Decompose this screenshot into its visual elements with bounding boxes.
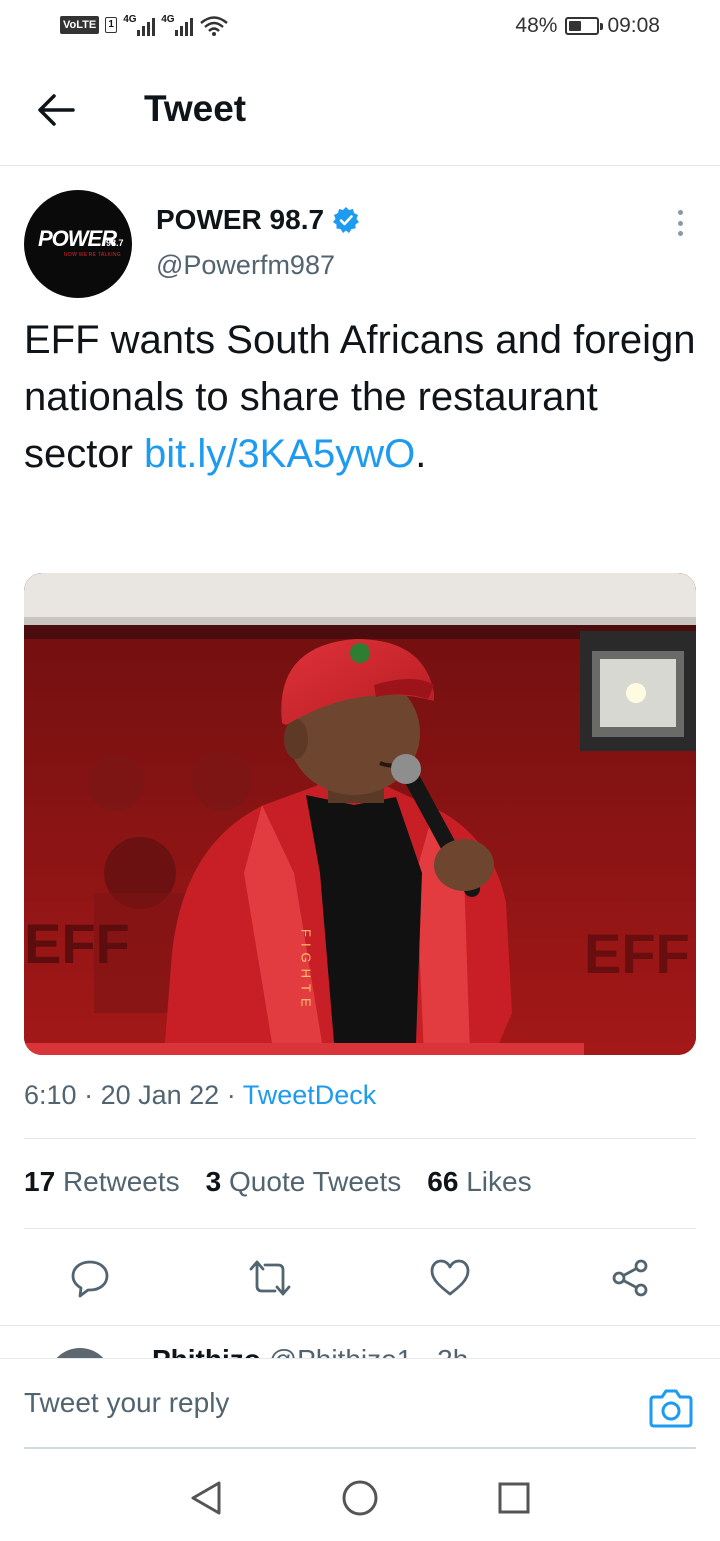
reply-icon: [71, 1260, 109, 1298]
verified-badge-icon: [333, 207, 360, 233]
engagement-stats: 17 Retweets 3 Quote Tweets 66 Likes: [24, 1166, 532, 1198]
likes-stat[interactable]: 66 Likes: [427, 1166, 531, 1198]
nav-home-button[interactable]: [340, 1478, 380, 1518]
network-type: 4G: [161, 14, 175, 25]
avatar[interactable]: POWER 98.7 NOW WE'RE TALKING: [24, 190, 132, 298]
battery-icon: [565, 17, 604, 35]
tweet-text: EFF wants South Africans and foreign nat…: [24, 312, 696, 483]
status-bar: VoLTE 1 4G 4G 48% 09:08: [0, 0, 720, 56]
tweet-meta: 6:10 · 20 Jan 22 · TweetDeck: [24, 1080, 377, 1110]
more-options-button[interactable]: [666, 206, 694, 240]
reply-author-name[interactable]: Phithizo: [152, 1344, 261, 1359]
network-type: 4G: [123, 14, 137, 25]
nav-recents-button[interactable]: [494, 1478, 534, 1518]
wifi-icon: [200, 16, 229, 36]
reply-composer: [0, 1358, 720, 1449]
arrow-left-icon: [38, 94, 75, 126]
divider: [24, 1138, 696, 1139]
top-bar: Tweet: [0, 56, 720, 166]
retweets-count: 17: [24, 1166, 56, 1197]
reply-input-underline: [24, 1447, 696, 1449]
more-dots-icon: [677, 210, 683, 215]
like-button[interactable]: [422, 1250, 478, 1306]
tweet-image[interactable]: EFF EFF FIGHTE: [24, 573, 696, 1055]
action-bar: [0, 1240, 720, 1316]
page-title: Tweet: [144, 88, 247, 129]
quote-tweets-label: Quote Tweets: [229, 1166, 402, 1197]
share-icon: [612, 1259, 648, 1297]
volte-indicator: VoLTE: [60, 16, 100, 34]
sim-indicator: 1: [105, 17, 118, 33]
reply-header: Phithizo @Phithizo1 · 2h: [152, 1344, 468, 1359]
likes-label: Likes: [466, 1166, 532, 1197]
avatar-logo-number: 98.7: [106, 238, 124, 248]
avatar-logo: POWER: [38, 226, 117, 251]
signal-icon: 4G: [161, 14, 194, 36]
retweets-label: Retweets: [62, 1166, 180, 1197]
reply-time: 2h: [437, 1344, 468, 1359]
divider: [24, 1228, 696, 1229]
tweet-text-end: .: [415, 432, 427, 476]
tweet-date: 20 Jan 22: [100, 1080, 220, 1110]
tweet-link[interactable]: bit.ly/​3KA5ywO: [144, 432, 415, 476]
tweet-source[interactable]: TweetDeck: [243, 1080, 377, 1110]
background-sign-right: EFF: [584, 922, 690, 985]
quote-tweets-count: 3: [205, 1166, 222, 1197]
reply-author-handle[interactable]: @Phithizo1: [269, 1344, 413, 1359]
speaker-photo: EFF EFF FIGHTE: [24, 573, 696, 1055]
author-name-row[interactable]: POWER 98.7: [156, 204, 360, 236]
tweet-time: 6:10: [24, 1080, 77, 1110]
reply-button[interactable]: [62, 1250, 118, 1306]
reply-input[interactable]: [24, 1379, 624, 1427]
system-navigation-bar: [0, 1450, 720, 1541]
likes-count: 66: [427, 1166, 459, 1197]
camera-button[interactable]: [648, 1387, 694, 1429]
quote-tweets-stat[interactable]: 3 Quote Tweets: [206, 1166, 402, 1198]
nav-back-button[interactable]: [186, 1478, 226, 1518]
clock: 09:08: [607, 14, 660, 37]
retweet-button[interactable]: [242, 1250, 298, 1306]
retweets-stat[interactable]: 17 Retweets: [24, 1166, 180, 1198]
author-name[interactable]: POWER 98.7: [156, 204, 324, 236]
battery-percent: 48%: [515, 14, 558, 37]
avatar-logo-tagline: NOW WE'RE TALKING: [64, 252, 121, 258]
back-button[interactable]: [30, 86, 82, 134]
reply-preview[interactable]: Phithizo @Phithizo1 · 2h: [0, 1325, 720, 1359]
triangle-back-icon: [191, 1481, 221, 1515]
camera-icon: [649, 1389, 693, 1428]
circle-home-icon: [342, 1480, 378, 1516]
jacket-lettering: FIGHTE: [299, 929, 314, 1013]
square-recents-icon: [498, 1482, 530, 1514]
signal-icon: 4G: [123, 14, 156, 36]
author-handle[interactable]: @Powerfm987: [156, 250, 335, 281]
heart-icon: [430, 1259, 470, 1296]
retweet-icon: [249, 1260, 291, 1296]
share-button[interactable]: [602, 1250, 658, 1306]
background-sign-left: EFF: [24, 912, 130, 975]
